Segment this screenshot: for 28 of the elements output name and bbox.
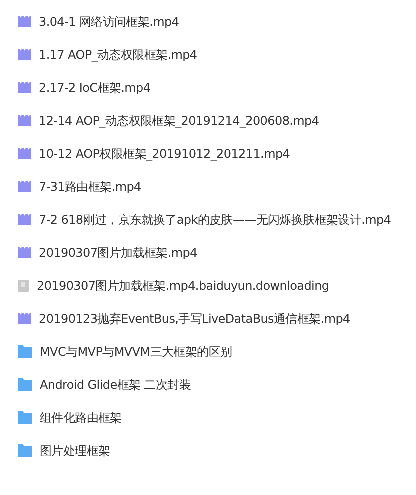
video-file-icon	[18, 214, 31, 225]
video-file-icon	[18, 16, 31, 27]
video-file-icon	[18, 49, 31, 60]
file-name[interactable]: 20190307图片加载框架.mp4	[39, 244, 198, 262]
folder-icon	[18, 378, 32, 391]
video-file-icon	[18, 181, 31, 192]
video-file-icon	[18, 82, 31, 93]
file-name[interactable]: 7-2 618刚过，京东就换了apk的皮肤——无闪烁换肤框架设计.mp4	[39, 210, 392, 228]
folder-icon	[18, 345, 32, 358]
file-name[interactable]: 20190123抛弃EventBus,手写LiveDataBus通信框架.mp4	[39, 310, 350, 328]
video-file-icon	[18, 115, 31, 126]
file-name[interactable]: 2.17-2 IoC框架.mp4	[39, 78, 151, 96]
file-name[interactable]: MVC与MVP与MVVM三大框架的区别	[40, 342, 232, 360]
file-name[interactable]: 图片处理框架	[40, 442, 110, 460]
video-file-icon	[18, 313, 31, 324]
file-name[interactable]: 组件化路由框架	[40, 408, 122, 426]
file-name[interactable]: 20190307图片加载框架.mp4.baiduyun.downloading	[37, 276, 330, 294]
file-name[interactable]: 1.17 AOP_动态权限框架.mp4	[39, 46, 198, 64]
file-name[interactable]: 10-12 AOP权限框架_20191012_201211.mp4	[39, 144, 290, 162]
file-name[interactable]: 7-31路由框架.mp4	[39, 178, 142, 196]
video-file-icon	[18, 247, 31, 258]
folder-icon	[18, 444, 32, 457]
file-name[interactable]: 12-14 AOP_动态权限框架_20191214_200608.mp4	[39, 112, 320, 130]
folder-icon	[18, 411, 32, 424]
file-name[interactable]: Android Glide框架 二次封装	[40, 376, 191, 394]
unknown-file-icon	[18, 280, 29, 292]
video-file-icon	[18, 148, 31, 159]
file-name[interactable]: 3.04-1 网络访问框架.mp4	[39, 12, 180, 30]
